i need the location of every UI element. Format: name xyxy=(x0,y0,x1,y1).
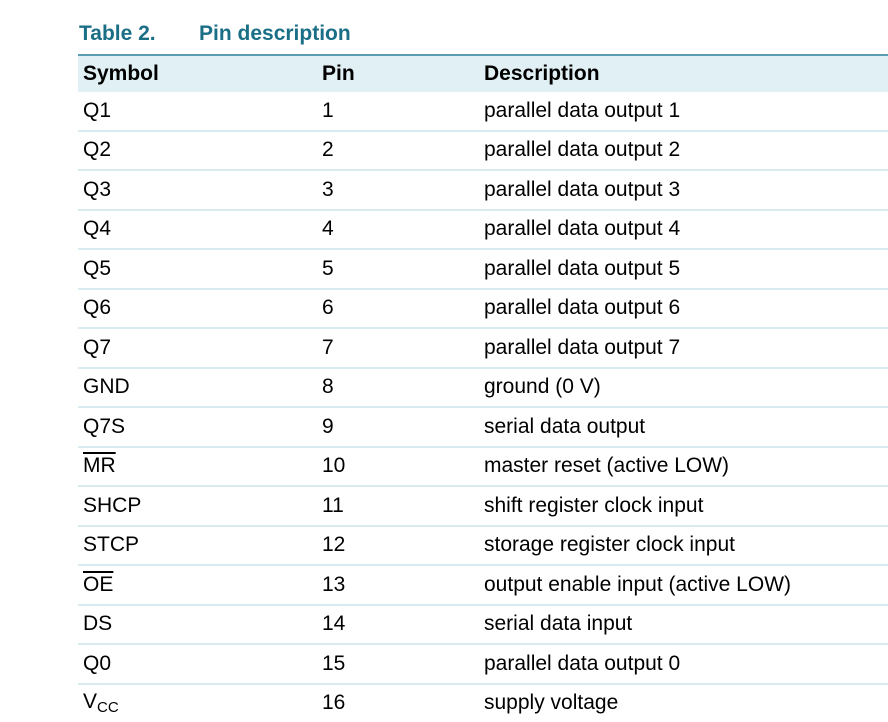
cell-description: parallel data output 3 xyxy=(479,170,888,210)
cell-description: serial data output xyxy=(479,407,888,447)
table-number: Table 2. xyxy=(79,22,199,46)
cell-pin: 13 xyxy=(317,565,479,605)
symbol-text: Q4 xyxy=(83,217,111,240)
table-row: Q2 2parallel data output 2 xyxy=(78,131,888,171)
cell-description: master reset (active LOW) xyxy=(479,447,888,487)
cell-pin: 14 xyxy=(317,605,479,645)
table-row: Q7S 9serial data output xyxy=(78,407,888,447)
cell-symbol: Q1 xyxy=(78,92,317,131)
cell-pin: 12 xyxy=(317,526,479,566)
symbol-text: Q3 xyxy=(83,178,111,201)
symbol-subscript: CC xyxy=(97,699,119,716)
cell-pin: 8 xyxy=(317,368,479,408)
cell-description: output enable input (active LOW) xyxy=(479,565,888,605)
table-row: DS 14serial data input xyxy=(78,605,888,645)
cell-pin: 1 xyxy=(317,92,479,131)
cell-symbol: Q6 xyxy=(78,289,317,329)
table-row: Q3 3parallel data output 3 xyxy=(78,170,888,210)
cell-description: ground (0 V) xyxy=(479,368,888,408)
cell-description: parallel data output 0 xyxy=(479,644,888,684)
cell-description: parallel data output 5 xyxy=(479,249,888,289)
header-row: Symbol Pin Description xyxy=(78,55,888,92)
table-row: Q7 7parallel data output 7 xyxy=(78,328,888,368)
symbol-text: Q2 xyxy=(83,138,111,161)
table-row: Q0 15parallel data output 0 xyxy=(78,644,888,684)
symbol-text: SHCP xyxy=(83,494,141,517)
symbol-text: STCP xyxy=(83,533,139,556)
pin-description-table: Symbol Pin Description Q11parallel data … xyxy=(78,54,888,722)
cell-symbol: GND xyxy=(78,368,317,408)
cell-description: storage register clock input xyxy=(479,526,888,566)
table-row: Q4 4parallel data output 4 xyxy=(78,210,888,250)
table-row: VCC16supply voltage xyxy=(78,684,888,722)
table-title: Pin description xyxy=(199,22,351,45)
cell-description: parallel data output 2 xyxy=(479,131,888,171)
cell-symbol: Q7 xyxy=(78,328,317,368)
cell-pin: 5 xyxy=(317,249,479,289)
cell-symbol: OE xyxy=(78,565,317,605)
cell-description: parallel data output 6 xyxy=(479,289,888,329)
cell-symbol: Q0 xyxy=(78,644,317,684)
cell-pin: 2 xyxy=(317,131,479,171)
table-row: GND 8ground (0 V) xyxy=(78,368,888,408)
table-row: Q1 1parallel data output 1 xyxy=(78,92,888,131)
cell-symbol: Q2 xyxy=(78,131,317,171)
symbol-text: Q0 xyxy=(83,652,111,675)
cell-pin: 9 xyxy=(317,407,479,447)
cell-pin: 15 xyxy=(317,644,479,684)
cell-pin: 3 xyxy=(317,170,479,210)
symbol-text: GND xyxy=(83,375,130,398)
cell-symbol: MR xyxy=(78,447,317,487)
header-pin: Pin xyxy=(317,55,479,92)
cell-pin: 11 xyxy=(317,486,479,526)
cell-description: serial data input xyxy=(479,605,888,645)
symbol-text: Q6 xyxy=(83,296,111,319)
cell-pin: 4 xyxy=(317,210,479,250)
table-row: Q5 5parallel data output 5 xyxy=(78,249,888,289)
header-symbol: Symbol xyxy=(78,55,317,92)
table-row: Q6 6parallel data output 6 xyxy=(78,289,888,329)
symbol-text: DS xyxy=(83,612,112,635)
cell-symbol: VCC xyxy=(78,684,317,722)
cell-description: supply voltage xyxy=(479,684,888,722)
cell-symbol: Q7S xyxy=(78,407,317,447)
cell-symbol: SHCP xyxy=(78,486,317,526)
table-caption: Table 2.Pin description xyxy=(79,22,351,46)
cell-pin: 16 xyxy=(317,684,479,722)
cell-pin: 10 xyxy=(317,447,479,487)
cell-symbol: STCP xyxy=(78,526,317,566)
cell-description: parallel data output 4 xyxy=(479,210,888,250)
table-row: OE 13output enable input (active LOW) xyxy=(78,565,888,605)
cell-symbol: Q3 xyxy=(78,170,317,210)
symbol-text: Q1 xyxy=(83,99,111,122)
symbol-text: V xyxy=(83,690,97,713)
cell-description: shift register clock input xyxy=(479,486,888,526)
table-row: MR 10master reset (active LOW) xyxy=(78,447,888,487)
cell-description: parallel data output 1 xyxy=(479,92,888,131)
cell-pin: 7 xyxy=(317,328,479,368)
symbol-text: Q7 xyxy=(83,336,111,359)
cell-symbol: DS xyxy=(78,605,317,645)
cell-symbol: Q4 xyxy=(78,210,317,250)
table-row: STCP 12storage register clock input xyxy=(78,526,888,566)
header-description: Description xyxy=(479,55,888,92)
table-row: SHCP 11shift register clock input xyxy=(78,486,888,526)
symbol-text: Q5 xyxy=(83,257,111,280)
cell-description: parallel data output 7 xyxy=(479,328,888,368)
symbol-text: MR xyxy=(83,454,116,477)
cell-pin: 6 xyxy=(317,289,479,329)
symbol-text: Q7S xyxy=(83,415,125,438)
cell-symbol: Q5 xyxy=(78,249,317,289)
symbol-text: OE xyxy=(83,573,113,596)
